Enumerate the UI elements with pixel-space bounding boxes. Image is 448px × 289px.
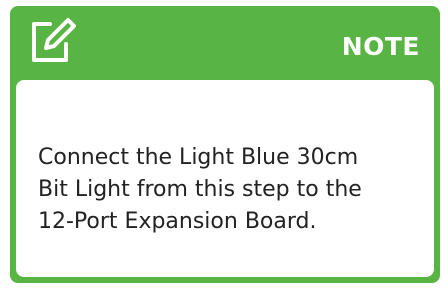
- note-body: Connect the Light Blue 30cm Bit Light fro…: [16, 80, 434, 277]
- note-label: NOTE: [341, 32, 420, 61]
- note-text: Connect the Light Blue 30cm Bit Light fro…: [38, 142, 418, 238]
- note-line: Bit Light from this step to the: [38, 177, 362, 202]
- note-line: Connect the Light Blue 30cm: [38, 145, 359, 170]
- note-header: NOTE: [10, 6, 440, 78]
- note-line: 12-Port Expansion Board.: [38, 209, 317, 234]
- note-card: NOTE Connect the Light Blue 30cm Bit Ligh…: [10, 6, 440, 283]
- edit-icon: [28, 16, 76, 64]
